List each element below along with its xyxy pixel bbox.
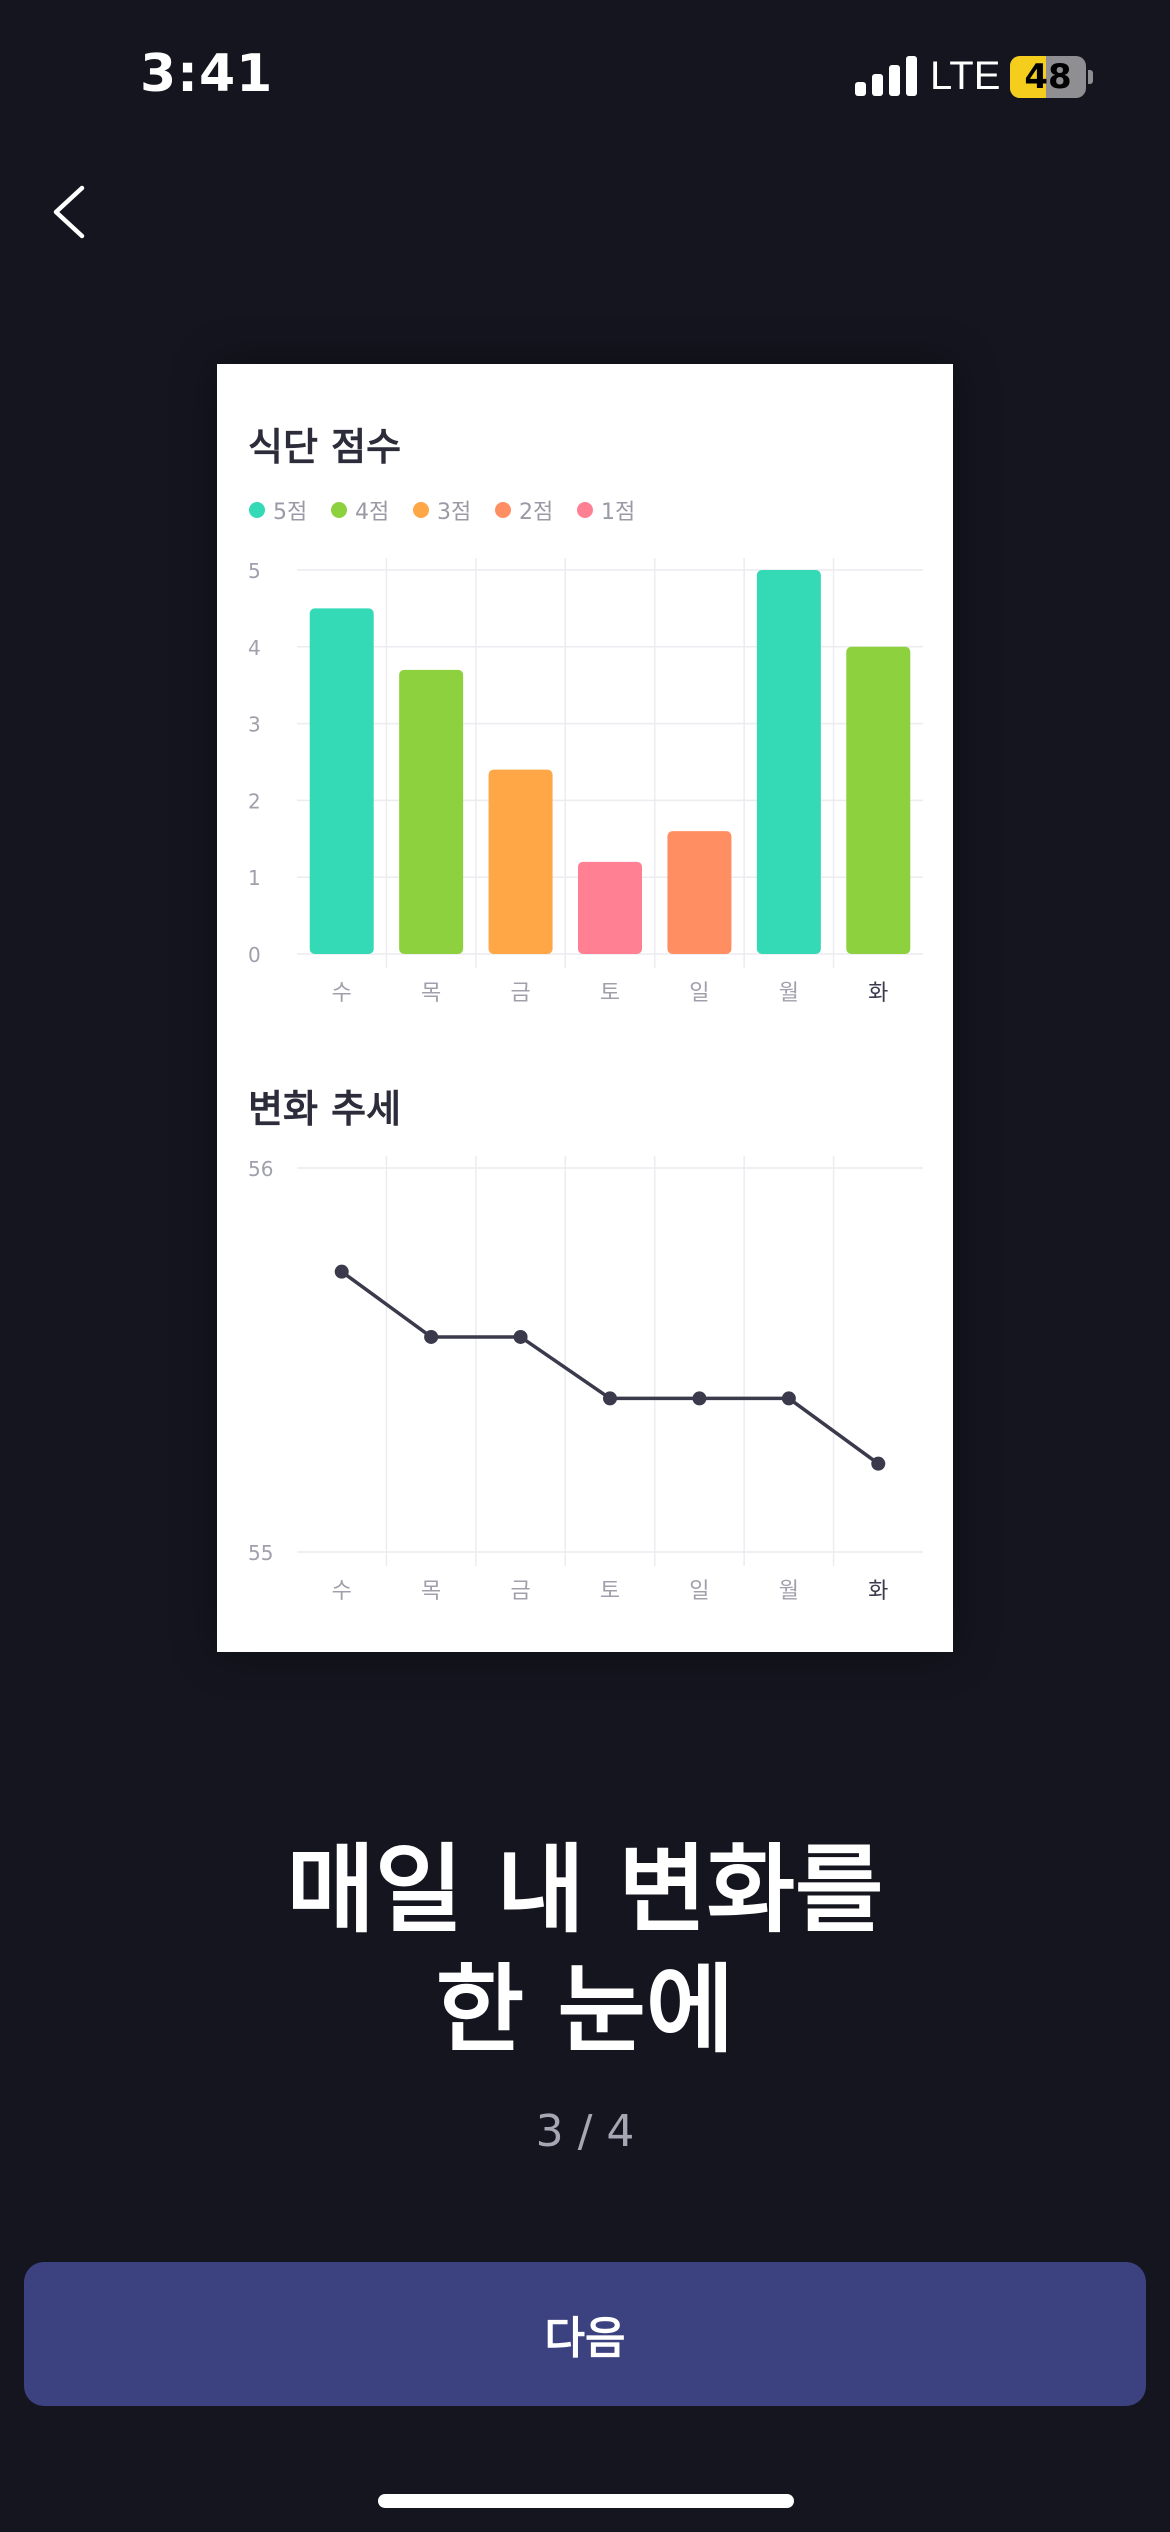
bar-5 xyxy=(667,831,732,954)
chart-legend: 5점 4점 3점 2점 1점 xyxy=(249,500,635,525)
diet-score-bar-chart: 0 1 2 3 4 5 수 목 금 토 일 월 화 xyxy=(248,558,923,1006)
chevron-left-icon xyxy=(53,185,85,239)
trend-title: 변화 추세 xyxy=(248,1087,401,1131)
legend-dot-2 xyxy=(331,502,347,518)
status-bar: 3:41 LTE 48 xyxy=(0,0,1170,150)
line-x-label: 금 xyxy=(510,1579,530,1604)
trend-point-3 xyxy=(513,1329,528,1344)
line-x-label: 화 xyxy=(868,1579,888,1604)
legend-label-3: 3점 xyxy=(437,500,471,525)
bar-y-tick: 3 xyxy=(248,713,261,737)
bar-y-tick: 2 xyxy=(248,789,261,813)
legend-label-5: 1점 xyxy=(601,500,635,525)
legend-dot-3 xyxy=(413,502,429,518)
bar-y-tick: 1 xyxy=(248,866,261,890)
bar-y-tick: 5 xyxy=(248,559,261,583)
headline-line-1: 매일 내 변화를 xyxy=(286,1834,884,1946)
legend-dot-1 xyxy=(249,502,265,518)
trend-point-1 xyxy=(334,1264,349,1279)
legend-dot-5 xyxy=(577,502,593,518)
trend-point-4 xyxy=(603,1391,617,1406)
bar-2 xyxy=(399,669,464,954)
trend-line-chart: 55 56 수 목 금 토 일 월 화 xyxy=(248,1156,923,1604)
network-type: LTE xyxy=(930,54,1001,98)
home-indicator[interactable] xyxy=(378,2494,794,2508)
line-x-label: 목 xyxy=(421,1579,441,1604)
bar-y-tick: 4 xyxy=(248,636,261,660)
bar-1 xyxy=(309,608,374,954)
status-time: 3:41 xyxy=(140,44,274,104)
back-button[interactable] xyxy=(40,170,100,254)
bar-y-tick: 0 xyxy=(248,943,261,967)
line-y-tick: 56 xyxy=(248,1157,273,1181)
diet-score-title: 식단 점수 xyxy=(248,425,401,469)
legend-label-1: 5점 xyxy=(273,500,307,525)
preview-card: 식단 점수 5점 4점 3점 2점 1점 012345수목금토일월화 변화 추세 55 5… xyxy=(217,364,953,1652)
battery-icon: 48 xyxy=(1010,56,1086,98)
bar-x-label: 금 xyxy=(510,981,530,1006)
bar-x-label: 화 xyxy=(868,981,888,1006)
bar-x-label: 토 xyxy=(600,981,620,1006)
trend-point-7 xyxy=(871,1456,886,1471)
bar-4 xyxy=(578,861,642,954)
line-x-label: 월 xyxy=(779,1579,799,1604)
trend-point-5 xyxy=(692,1391,707,1406)
bar-x-label: 목 xyxy=(421,981,441,1006)
bar-3 xyxy=(488,769,553,954)
line-x-label: 수 xyxy=(332,1579,352,1604)
bar-x-label: 일 xyxy=(689,981,709,1006)
legend-label-2: 4점 xyxy=(355,500,389,525)
line-x-label: 일 xyxy=(689,1579,709,1604)
trend-point-6 xyxy=(781,1391,796,1406)
bar-7 xyxy=(846,646,911,954)
line-x-label: 토 xyxy=(600,1579,620,1604)
page-indicator: 3 / 4 xyxy=(535,2106,635,2157)
headline-line-2: 한 눈에 xyxy=(435,1954,735,2066)
battery-tip xyxy=(1088,70,1093,84)
cellular-signal-icon xyxy=(855,56,917,96)
legend-dot-4 xyxy=(495,502,511,518)
bar-6 xyxy=(756,570,821,954)
trend-line xyxy=(340,1270,880,1466)
bar-x-label: 수 xyxy=(332,981,352,1006)
battery-level: 48 xyxy=(1024,57,1072,97)
legend-label-4: 2점 xyxy=(519,500,553,525)
charts-canvas: 식단 점수 5점 4점 3점 2점 1점 012345수 목 금 토 일 월 화 변화 추세 555… xyxy=(248,425,923,1604)
bar-x-label: 월 xyxy=(779,981,799,1006)
trend-point-2 xyxy=(424,1329,439,1344)
line-y-tick: 55 xyxy=(248,1541,273,1565)
headline: 매일 내 변화를 한 눈에 xyxy=(0,1830,1170,2070)
next-button[interactable]: 다음 xyxy=(24,2262,1146,2406)
